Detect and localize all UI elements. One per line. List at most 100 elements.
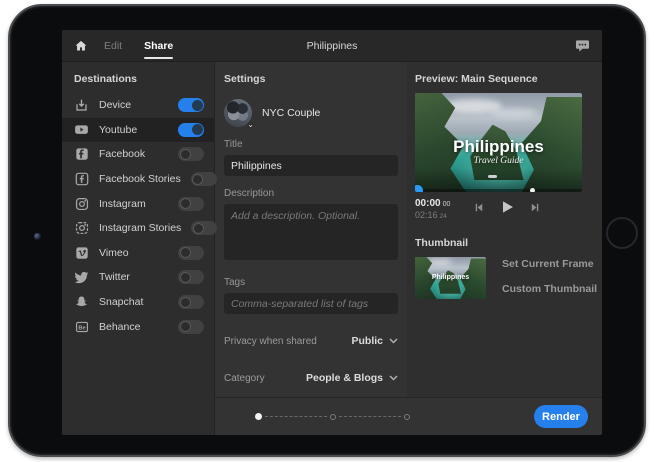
instagram-toggle[interactable] <box>178 197 204 211</box>
category-label: Category <box>224 373 265 384</box>
device-toggle[interactable] <box>178 98 204 112</box>
destination-row-instagram-stories[interactable]: Instagram Stories <box>62 216 214 241</box>
tags-input[interactable] <box>224 293 398 314</box>
destination-row-instagram[interactable]: Instagram <box>62 191 214 216</box>
chevron-down-icon: ⌄ <box>247 120 254 129</box>
destination-label: Facebook <box>99 148 168 160</box>
render-button[interactable]: Render <box>534 405 588 428</box>
destination-label: Instagram <box>99 198 168 210</box>
scrub-marker <box>530 188 535 192</box>
home-button[interactable] <box>606 217 638 249</box>
tab-share[interactable]: Share <box>144 30 173 62</box>
behance-icon: Be <box>74 319 89 334</box>
destination-label: Behance <box>99 321 168 333</box>
preview-panel: Preview: Main Sequence Philippines <box>407 62 602 397</box>
category-value: People & Blogs <box>306 372 383 384</box>
facebook-stories-toggle[interactable] <box>191 172 217 186</box>
youtube-toggle[interactable] <box>178 123 204 137</box>
destination-label: Instagram Stories <box>99 222 181 234</box>
description-label: Description <box>224 188 398 199</box>
destination-row-youtube[interactable]: Youtube <box>62 118 214 143</box>
footer-bar: Render <box>215 397 602 435</box>
snapchat-icon <box>74 295 89 310</box>
privacy-select[interactable]: Public <box>351 335 398 347</box>
svg-text:Be: Be <box>78 325 85 331</box>
category-row: Category People & Blogs <box>224 368 398 388</box>
scrub-bar[interactable] <box>415 189 582 192</box>
current-frames: 00 <box>443 201 451 208</box>
app-screen: Edit Share Philippines Destinations Devi… <box>62 30 602 435</box>
account-name: NYC Couple <box>262 107 320 119</box>
step-back-button[interactable] <box>472 201 485 214</box>
twitter-toggle[interactable] <box>178 270 204 284</box>
privacy-row: Privacy when shared Public <box>224 331 398 351</box>
chevron-down-icon <box>389 338 398 344</box>
snapchat-toggle[interactable] <box>178 295 204 309</box>
privacy-label: Privacy when shared <box>224 336 317 347</box>
destination-label: Twitter <box>99 271 168 283</box>
twitter-icon <box>74 270 89 285</box>
cloud-art <box>490 108 537 118</box>
thumbnail-title-overlay: Philippines <box>415 274 486 282</box>
settings-panel: Settings ⌄ NYC Couple Title Description … <box>215 62 407 397</box>
duration-time: 02:16 <box>415 210 438 220</box>
video-title-text: Philippines <box>453 137 544 156</box>
destination-row-facebook[interactable]: Facebook <box>62 142 214 167</box>
destination-row-facebook-stories[interactable]: Facebook Stories <box>62 167 214 192</box>
step-dot-3[interactable] <box>404 414 410 420</box>
chat-bubble-icon <box>575 39 590 53</box>
instagram-stories-icon <box>74 221 89 236</box>
youtube-icon <box>74 122 89 137</box>
behance-toggle[interactable] <box>178 320 204 334</box>
custom-thumbnail-button[interactable]: Custom Thumbnail <box>502 283 597 295</box>
facebook-toggle[interactable] <box>178 147 204 161</box>
step-forward-button[interactable] <box>529 201 542 214</box>
home-nav-button[interactable] <box>74 39 88 53</box>
facebook-icon <box>74 147 89 162</box>
destination-row-twitter[interactable]: Twitter <box>62 265 214 290</box>
play-button[interactable] <box>499 199 515 215</box>
tab-edit[interactable]: Edit <box>104 30 122 62</box>
account-row[interactable]: ⌄ NYC Couple <box>224 99 398 127</box>
destination-row-device[interactable]: Device <box>62 93 214 118</box>
destination-label: Facebook Stories <box>99 173 181 185</box>
destination-label: Vimeo <box>99 247 168 259</box>
thumbnail-title-text: Philippines <box>432 274 469 281</box>
destination-label: Device <box>99 99 168 111</box>
destination-row-behance[interactable]: Be Behance <box>62 314 214 339</box>
destination-label: Snapchat <box>99 296 168 308</box>
step-connector <box>265 416 327 417</box>
destination-row-snapchat[interactable]: Snapchat <box>62 290 214 315</box>
video-subtitle-text: Travel Guide <box>415 156 582 167</box>
device-icon <box>74 98 89 113</box>
progress-stepper <box>255 413 410 420</box>
destinations-sidebar: Destinations Device Youtube <box>62 62 215 435</box>
privacy-value: Public <box>351 335 383 347</box>
category-select[interactable]: People & Blogs <box>306 372 398 384</box>
thumbnail-preview[interactable]: Philippines <box>415 257 486 299</box>
vimeo-toggle[interactable] <box>178 246 204 260</box>
step-dot-2[interactable] <box>330 414 336 420</box>
destinations-header: Destinations <box>62 62 214 93</box>
feedback-button[interactable] <box>575 39 590 53</box>
account-avatar[interactable]: ⌄ <box>224 99 252 127</box>
preview-header: Preview: Main Sequence <box>415 73 602 85</box>
description-input[interactable] <box>224 204 398 260</box>
tab-edit-label: Edit <box>104 40 122 52</box>
title-label: Title <box>224 139 398 150</box>
duration-frames: 24 <box>440 213 447 220</box>
step-dot-1[interactable] <box>255 413 262 420</box>
video-preview[interactable]: Philippines Travel Guide <box>415 93 582 192</box>
current-time: 00:00 <box>415 198 441 209</box>
destination-row-vimeo[interactable]: Vimeo <box>62 241 214 266</box>
home-icon <box>74 39 88 53</box>
instagram-stories-toggle[interactable] <box>191 221 217 235</box>
front-camera <box>34 233 41 240</box>
title-input[interactable] <box>224 155 398 176</box>
step-connector <box>339 416 401 417</box>
timecode: 00:0000 02:1624 <box>415 198 450 221</box>
tags-label: Tags <box>224 277 398 288</box>
set-current-frame-button[interactable]: Set Current Frame <box>502 258 597 270</box>
video-title-overlay: Philippines Travel Guide <box>415 137 582 167</box>
settings-header: Settings <box>224 73 398 85</box>
